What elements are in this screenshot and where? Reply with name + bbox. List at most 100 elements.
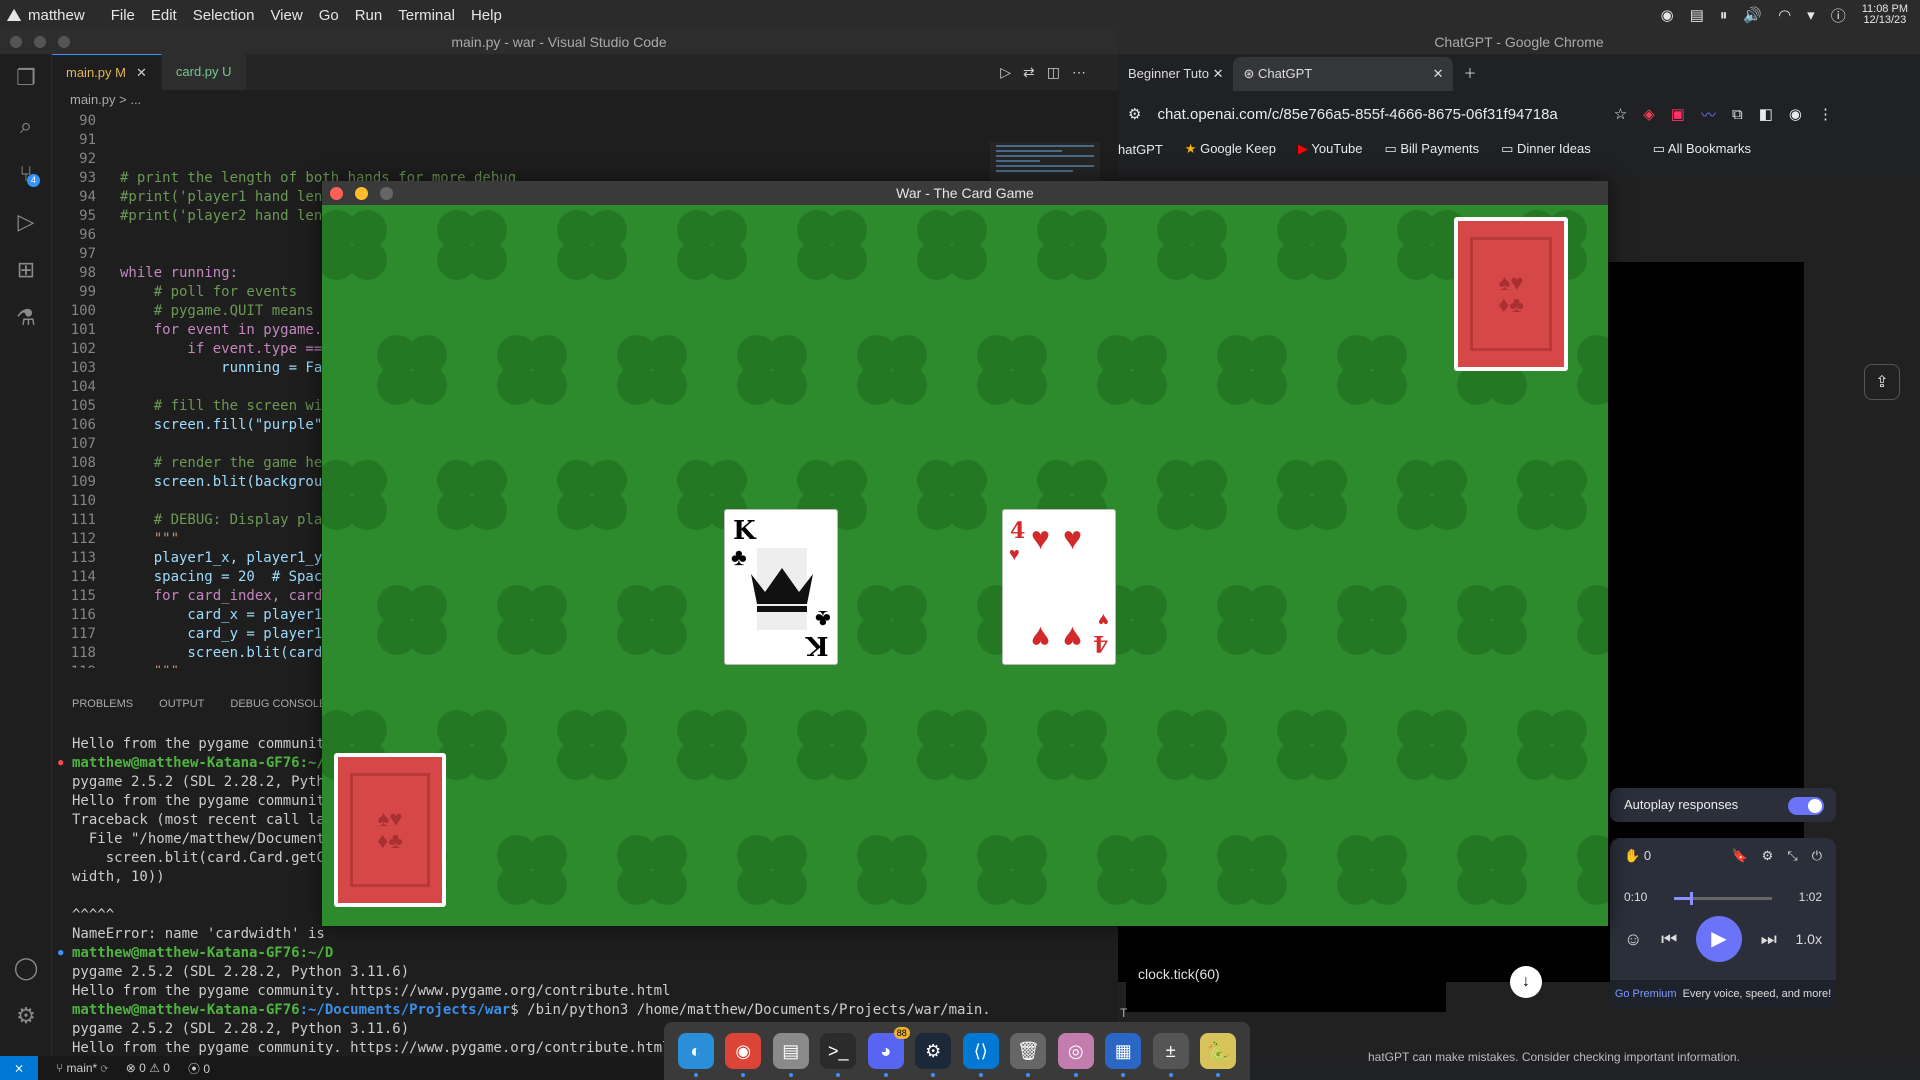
progress-bar[interactable] — [1674, 892, 1772, 905]
bookmark-dinner-ideas[interactable]: ▭ Dinner Ideas — [1501, 141, 1591, 157]
search-icon[interactable]: ⌕ — [0, 102, 52, 150]
menu-item-edit[interactable]: Edit — [151, 7, 177, 24]
player1-deck[interactable]: ♠♥ ♦♣ — [334, 753, 446, 907]
user-name[interactable]: matthew — [28, 7, 85, 24]
maximize-window-button[interactable] — [58, 36, 70, 48]
extensions-puzzle-icon[interactable]: ⧉ — [1732, 106, 1743, 123]
compare-icon[interactable]: ⇄ — [1023, 64, 1047, 80]
player2-deck[interactable]: ♠♥ ♦♣ — [1454, 217, 1568, 371]
menu-item-run[interactable]: Run — [355, 7, 383, 24]
close-window-button[interactable] — [330, 187, 343, 200]
testing-icon[interactable]: ⚗ — [0, 294, 52, 342]
volume-icon[interactable]: 🔊 — [1743, 6, 1762, 24]
problems-status[interactable]: ⊗ 0 ⚠ 0 — [126, 1061, 170, 1075]
profile-avatar[interactable]: ◉ — [1789, 105, 1802, 123]
share-button[interactable]: ⇪ — [1864, 364, 1900, 400]
breadcrumb[interactable]: main.py > ... — [70, 92, 141, 107]
remote-icon[interactable]: ⨯ — [0, 1056, 38, 1080]
menu-item-go[interactable]: Go — [319, 7, 339, 24]
progress-knob[interactable] — [1689, 892, 1693, 905]
tab-main-py[interactable]: main.py M ✕ — [52, 54, 162, 90]
bookmark-google-keep[interactable]: ★ Google Keep — [1185, 141, 1276, 157]
tab-beginner-tutorial[interactable]: Beginner Tuto ✕ — [1118, 57, 1233, 91]
panel-tab-debug-console[interactable]: DEBUG CONSOLE — [230, 698, 326, 722]
menu-item-terminal[interactable]: Terminal — [398, 7, 455, 24]
terminal-icon[interactable]: >_ — [820, 1033, 857, 1077]
sidepanel-icon[interactable]: ◧ — [1759, 105, 1773, 123]
os-logo-icon[interactable]: ⛰ — [0, 5, 28, 26]
steam-icon[interactable]: ⚙ — [915, 1033, 952, 1077]
trash-icon[interactable]: 🗑 — [1010, 1033, 1047, 1077]
collapse-icon[interactable]: ⤡ — [1787, 848, 1797, 864]
panel-tab-problems[interactable]: PROBLEMS — [72, 698, 133, 722]
chrome-icon[interactable]: ◉ — [725, 1033, 762, 1077]
extensions-icon[interactable]: ⊞ — [0, 246, 52, 294]
play-button[interactable]: ▶ — [1695, 916, 1742, 962]
info-icon[interactable]: ⓘ — [1831, 5, 1846, 26]
explorer-icon[interactable]: ❐ — [0, 54, 52, 102]
bookmark-hatgpt[interactable]: hatGPT — [1118, 142, 1163, 157]
next-icon[interactable]: ⏭ — [1761, 929, 1777, 950]
close-tab-icon[interactable]: ✕ — [136, 65, 147, 80]
bookmark-icon[interactable]: 🔖 — [1731, 848, 1747, 864]
files-icon[interactable]: ▤ — [772, 1033, 809, 1077]
command-status-icon[interactable]: ● — [58, 754, 63, 773]
settings-icon[interactable]: ⚙ — [1762, 848, 1774, 864]
run-debug-icon[interactable]: ▷ — [0, 198, 52, 246]
bookmark-all-bookmarks[interactable]: ▭ All Bookmarks — [1653, 141, 1751, 157]
command-status-icon[interactable]: ● — [58, 944, 63, 963]
clock[interactable]: 11:08 PM 12/13/23 — [1862, 4, 1908, 26]
pocket-icon[interactable]: ◈ — [1643, 105, 1655, 123]
hand-icon[interactable]: ✋ 0 — [1624, 848, 1651, 864]
vscode-icon[interactable]: ⟨⟩ — [962, 1033, 999, 1077]
minimize-window-button[interactable] — [355, 187, 368, 200]
close-tab-icon[interactable]: ✕ — [1433, 57, 1444, 91]
lutris-icon[interactable]: ◐ — [677, 1033, 714, 1077]
menu-item-view[interactable]: View — [270, 7, 302, 24]
game-canvas[interactable]: ♠♥ ♦♣ ♠♥ ♦♣ K ♣ ♣ K 4 ♥ ♥ ♥ ♥ ♥ ♥ 4 — [322, 205, 1608, 926]
close-window-button[interactable] — [10, 36, 22, 48]
maximize-window-button[interactable] — [380, 187, 393, 200]
url-field[interactable]: chat.openai.com/c/85e766a5-855f-4666-867… — [1157, 106, 1557, 123]
site-info-icon[interactable]: ⚙ — [1128, 105, 1141, 123]
power-icon[interactable]: ⏻ — [1812, 848, 1822, 864]
menu-item-file[interactable]: File — [111, 7, 135, 24]
chrome-menu-icon[interactable]: ⋮ — [1818, 105, 1833, 123]
autoplay-toggle[interactable] — [1788, 797, 1824, 815]
docs-icon[interactable]: ▦ — [1105, 1033, 1142, 1077]
menu-item-selection[interactable]: Selection — [193, 7, 255, 24]
settings-gear-icon[interactable]: ⚙ — [0, 992, 52, 1040]
pygame-icon[interactable]: 🐍 — [1200, 1033, 1237, 1077]
wifi-icon[interactable]: ◠ — [1778, 6, 1791, 24]
go-premium-link[interactable]: Go Premium — [1615, 988, 1677, 1000]
account-icon[interactable]: ◯ — [0, 944, 52, 992]
scroll-down-button[interactable]: ↓ — [1510, 966, 1542, 998]
pause-icon[interactable]: ⏸ — [1720, 7, 1728, 24]
previous-icon[interactable]: ⏮ — [1661, 929, 1677, 950]
split-editor-icon[interactable]: ◫ — [1047, 64, 1072, 80]
tab-chatgpt[interactable]: ⊛ ChatGPT ✕ — [1233, 57, 1454, 91]
bookmark-youtube[interactable]: ▶ YouTube — [1298, 141, 1362, 157]
chevron-down-icon[interactable]: ▾ — [1807, 6, 1815, 24]
tab-card-py[interactable]: card.py U — [161, 54, 247, 90]
discord-tray-icon[interactable]: ◉ — [1661, 6, 1674, 24]
discord-icon[interactable]: ◕ 88 — [867, 1027, 910, 1077]
panel-tab-output[interactable]: OUTPUT — [159, 698, 204, 722]
extension-icon[interactable]: ▣ — [1671, 105, 1685, 123]
new-tab-button[interactable]: ＋ — [1453, 57, 1486, 91]
gimp-icon[interactable]: ◎ — [1057, 1033, 1094, 1077]
menu-item-help[interactable]: Help — [471, 7, 502, 24]
clipboard-icon[interactable]: ▤ — [1690, 6, 1704, 24]
more-actions-icon[interactable]: ⋯ — [1072, 64, 1098, 80]
speechify-icon[interactable]: 〰 — [1701, 104, 1716, 125]
source-control-icon[interactable]: ⑂ 4 — [0, 150, 52, 198]
run-python-icon[interactable]: ▷ — [1000, 64, 1023, 80]
minimize-window-button[interactable] — [34, 36, 46, 48]
ports-status[interactable]: ⦿ 0 — [188, 1060, 210, 1077]
bookmark-bill-payments[interactable]: ▭ Bill Payments — [1384, 141, 1479, 157]
branch-status[interactable]: ⑂ main* ⟳ — [56, 1061, 108, 1075]
calculator-icon[interactable]: ± — [1152, 1033, 1189, 1077]
bookmark-star-icon[interactable]: ☆ — [1614, 105, 1627, 123]
close-tab-icon[interactable]: ✕ — [1213, 66, 1224, 81]
speed-button[interactable]: 1.0x — [1795, 931, 1821, 947]
